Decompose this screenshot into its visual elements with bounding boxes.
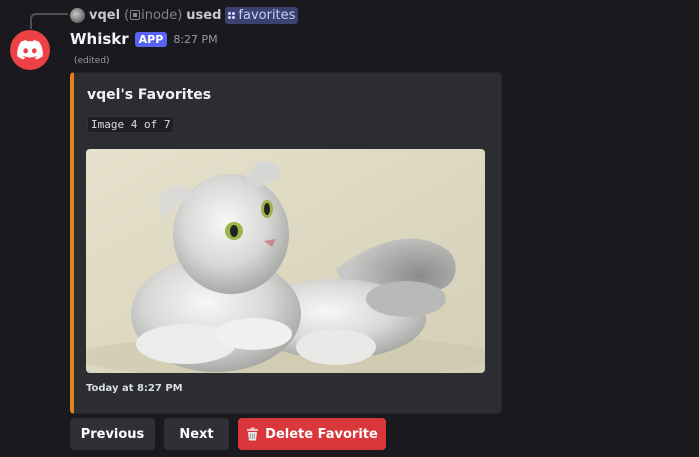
handle-open-paren: ( [124,7,130,23]
message-timestamp[interactable]: 8:27 PM [173,33,217,46]
handle-icon [130,10,141,20]
embed-image[interactable] [86,149,485,373]
cat-photo [86,149,485,373]
delete-favorite-button[interactable]: Delete Favorite [238,418,386,450]
next-button[interactable]: Next [164,418,229,450]
embed-description: Image 4 of 7 [87,116,175,133]
replied-user-handle: ( inode) [124,8,182,23]
reply-connector [30,13,68,29]
replied-username[interactable]: vqel [89,8,120,23]
replied-user-avatar[interactable] [70,7,85,23]
reply-reference[interactable]: vqel ( inode) used favorites [70,6,299,24]
trash-icon [247,427,259,441]
favorites-embed: vqel's Favorites Image 4 of 7 Today at 8… [70,72,502,414]
edited-label: (edited) [74,56,110,66]
bot-avatar[interactable] [10,30,50,70]
used-label: used [186,7,222,23]
bot-username[interactable]: Whiskr [70,30,129,48]
slash-command-icon [228,11,236,19]
handle-text: inode) [141,7,183,23]
app-badge: APP [134,31,168,47]
message-header: Whiskr APP 8:27 PM [70,30,218,48]
command-name: favorites [238,7,296,23]
previous-button[interactable]: Previous [70,418,155,450]
embed-title: vqel's Favorites [87,87,212,103]
delete-favorite-label: Delete Favorite [265,426,378,442]
discord-logo-icon [17,40,43,60]
command-mention[interactable]: favorites [225,6,299,24]
action-row: Previous Next Delete Favorite [70,418,386,450]
embed-footer: Today at 8:27 PM [86,383,183,394]
